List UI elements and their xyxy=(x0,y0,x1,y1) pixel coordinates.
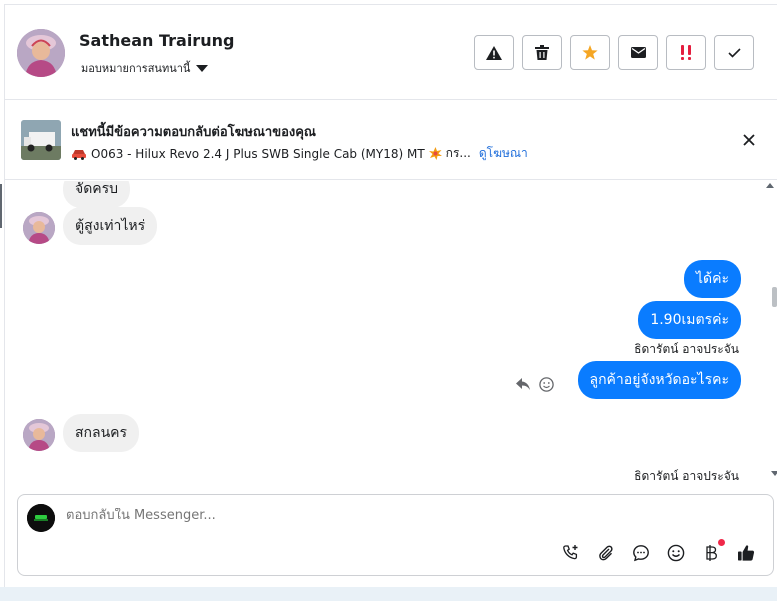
delete-button[interactable] xyxy=(522,35,562,70)
ad-listing-suffix: กร... xyxy=(445,146,471,160)
incoming-message-bubble[interactable]: ตู้สูงเท่าไหร่ xyxy=(63,207,158,245)
sender-name: ธิดารัตน์ อาจประจัน xyxy=(634,469,739,483)
thumbs-up-icon[interactable] xyxy=(736,543,756,563)
notification-dot xyxy=(718,539,725,546)
trash-icon xyxy=(535,45,549,60)
explosion-emoji-icon xyxy=(428,147,442,160)
page-avatar xyxy=(27,504,55,532)
conversation-header: Sathean Trairung มอบหมายการสนทนานี้ xyxy=(5,5,777,100)
star-button[interactable] xyxy=(570,35,610,70)
ad-listing-text: O063 - Hilux Revo 2.4 J Plus SWB Single … xyxy=(91,146,425,161)
contact-avatar-small xyxy=(23,212,55,244)
message-thread[interactable]: จัดครบ ตู้สูงเท่าไหร่ ได้ค่ะ 1.90เมตรค่ะ… xyxy=(5,181,777,489)
ad-banner-title: แชทนี้มีข้อความตอบกลับต่อโฆษณาของคุณ xyxy=(71,125,316,140)
envelope-icon xyxy=(630,47,646,58)
contact-name[interactable]: Sathean Trairung xyxy=(79,31,234,50)
payment-icon[interactable] xyxy=(701,539,725,563)
add-call-icon[interactable] xyxy=(561,543,581,563)
attachment-icon[interactable] xyxy=(596,543,616,563)
saved-reply-icon[interactable] xyxy=(631,543,651,563)
mark-done-button[interactable] xyxy=(714,35,754,70)
outgoing-message-bubble[interactable]: 1.90เมตรค่ะ xyxy=(638,301,741,339)
report-spam-button[interactable] xyxy=(474,35,514,70)
check-icon xyxy=(727,47,741,58)
car-emoji-icon xyxy=(72,149,86,160)
reply-input[interactable] xyxy=(66,508,666,523)
ad-banner-subtitle-row: O063 - Hilux Revo 2.4 J Plus SWB Single … xyxy=(71,144,528,163)
ad-thumbnail[interactable] xyxy=(21,120,61,160)
close-icon[interactable] xyxy=(740,131,758,149)
panel-edge-marker xyxy=(0,184,2,228)
reply-composer xyxy=(17,494,774,576)
incoming-message-bubble[interactable]: จัดครบ xyxy=(63,181,131,208)
contact-avatar-small xyxy=(23,419,55,451)
assign-label: มอบหมายการสนทนานี้ xyxy=(81,62,191,75)
warning-icon xyxy=(486,45,502,60)
double-exclamation-icon xyxy=(681,45,691,60)
scroll-down-arrow-icon[interactable] xyxy=(771,471,777,476)
reply-icon[interactable] xyxy=(516,378,530,390)
scroll-up-arrow-icon[interactable] xyxy=(766,183,774,188)
emoji-icon[interactable] xyxy=(666,543,686,563)
star-icon xyxy=(582,45,598,60)
contact-avatar[interactable] xyxy=(17,29,65,77)
ad-reply-banner: แชทนี้มีข้อความตอบกลับต่อโฆษณาของคุณ O06… xyxy=(5,101,777,180)
incoming-message-bubble[interactable]: สกลนคร xyxy=(63,414,140,452)
mark-unread-button[interactable] xyxy=(618,35,658,70)
composer-tools xyxy=(561,539,756,563)
react-emoji-icon[interactable] xyxy=(539,377,554,392)
sender-name: ธิดารัตน์ อาจประจัน xyxy=(634,342,739,356)
header-actions xyxy=(474,35,754,70)
caret-down-icon xyxy=(196,64,209,72)
view-ad-link[interactable]: ดูโฆษณา xyxy=(479,144,528,163)
follow-up-button[interactable] xyxy=(666,35,706,70)
outgoing-message-bubble[interactable]: ลูกค้าอยู่จังหวัดอะไรคะ xyxy=(577,361,741,399)
assign-conversation-dropdown[interactable]: มอบหมายการสนทนานี้ xyxy=(81,59,209,77)
bottom-strip xyxy=(0,587,777,601)
outgoing-message-bubble[interactable]: ได้ค่ะ xyxy=(683,260,741,298)
thread-scrollbar-thumb[interactable] xyxy=(772,287,777,307)
